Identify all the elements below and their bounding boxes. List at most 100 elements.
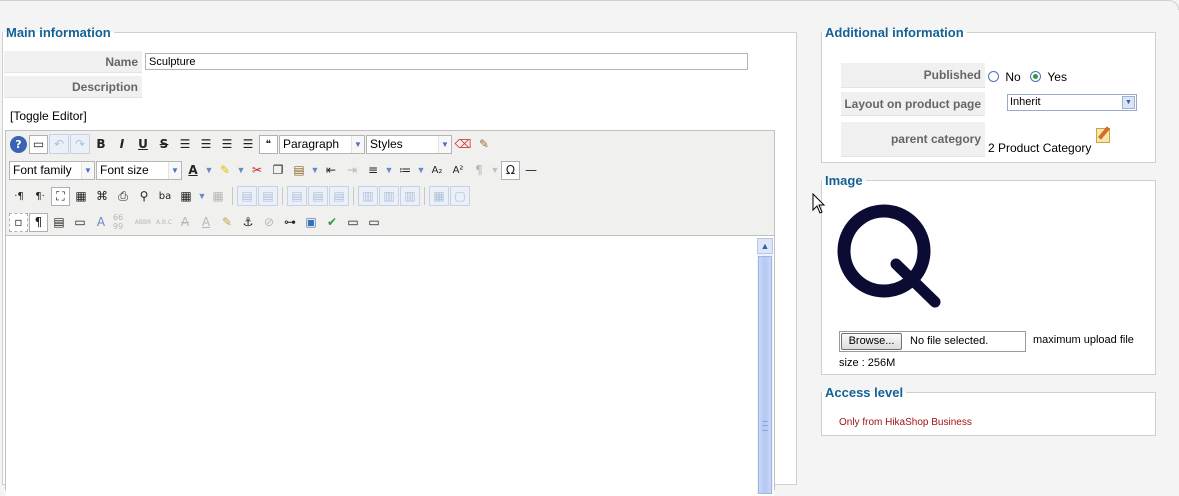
access-level-value[interactable]: Only from HikaShop Business — [839, 417, 972, 428]
pagebreak-insert-icon[interactable]: ▭ — [364, 212, 384, 232]
published-yes-label[interactable]: Yes — [1047, 70, 1067, 84]
bold-button[interactable]: B — [91, 134, 111, 154]
name-input[interactable] — [145, 53, 748, 70]
eraser-icon[interactable]: ⌫ — [453, 134, 473, 154]
browse-button[interactable]: Browse... — [841, 333, 902, 350]
template-icon[interactable]: ▦ — [71, 186, 91, 206]
toolbar-row-2: Font family ▼ Font size ▼ A ▼ ✎ ▼ ✂ ❐ ▤ … — [9, 159, 541, 181]
editor-scrollbar[interactable]: ▲ — [757, 238, 773, 494]
highlight-color-icon[interactable]: ✎ — [215, 160, 235, 180]
paste-dropdown-icon[interactable]: ▼ — [310, 160, 320, 180]
cleanup-brush-icon[interactable]: ✎ — [474, 134, 494, 154]
cell-props-icon[interactable]: ▤ — [308, 186, 328, 206]
merge-cells-icon[interactable]: ▢ — [450, 186, 470, 206]
published-no-radio[interactable] — [988, 71, 999, 83]
replace-icon[interactable]: ba — [155, 186, 175, 206]
insert-file-icon[interactable]: ▤ — [49, 212, 69, 232]
bullet-list-dropdown-icon[interactable]: ▼ — [416, 160, 426, 180]
row-after-icon[interactable]: ▤ — [258, 186, 278, 206]
special-character-icon[interactable]: Ω — [501, 160, 520, 180]
copy-icon[interactable]: ❐ — [268, 160, 288, 180]
chevron-down-icon: ▼ — [1122, 96, 1135, 109]
outdent-icon[interactable]: ⇤ — [321, 160, 341, 180]
print-icon[interactable]: ⎙ — [113, 186, 133, 206]
align-justify-icon[interactable]: ☰ — [175, 134, 195, 154]
text-direction-icon[interactable]: ¶ — [469, 160, 489, 180]
undo-icon[interactable]: ↶ — [49, 134, 69, 154]
page-frame — [0, 0, 1179, 10]
indent-icon[interactable]: ⇥ — [342, 160, 362, 180]
blockquote-icon[interactable]: ❝ — [259, 134, 278, 154]
published-no-label[interactable]: No — [1005, 70, 1020, 84]
toggle-editor-link[interactable]: [Toggle Editor] — [10, 109, 87, 123]
new-document-icon[interactable]: ▭ — [29, 134, 48, 154]
strikethrough-button[interactable]: S — [154, 134, 174, 154]
delete-table-icon[interactable]: ▦ — [208, 186, 228, 206]
show-blocks-icon[interactable]: ¶ — [29, 212, 48, 232]
visual-aid-icon[interactable]: ▫ — [9, 212, 28, 232]
redo-icon[interactable]: ↷ — [70, 134, 90, 154]
fullscreen-icon[interactable]: ⛶ — [51, 186, 70, 206]
row-before-icon[interactable]: ▤ — [237, 186, 257, 206]
link-icon[interactable]: ⊶ — [280, 212, 300, 232]
delete-col-icon[interactable]: ▥ — [400, 186, 420, 206]
numbered-list-icon[interactable]: ≡ — [363, 160, 383, 180]
image-icon[interactable]: ▣ — [301, 212, 321, 232]
table-dropdown-icon[interactable]: ▼ — [197, 186, 207, 206]
spellcheck-icon[interactable]: ✔ — [322, 212, 342, 232]
editor-content-area[interactable]: ▲ — [6, 235, 774, 496]
scroll-thumb[interactable] — [758, 256, 772, 494]
ltr-icon[interactable]: ·¶ — [9, 186, 29, 206]
parent-category-row: parent category 2 Product Category — [841, 122, 1141, 158]
row-props-icon[interactable]: ▤ — [287, 186, 307, 206]
html-source-icon[interactable]: ⌘ — [92, 186, 112, 206]
readmore-icon[interactable]: ▭ — [343, 212, 363, 232]
rtl-icon[interactable]: ¶· — [30, 186, 50, 206]
italic-button[interactable]: I — [112, 134, 132, 154]
unlink-icon[interactable]: ⊘ — [259, 212, 279, 232]
text-direction-dropdown-icon[interactable]: ▼ — [490, 160, 500, 180]
anchor-icon[interactable]: ⚓ — [238, 212, 258, 232]
table-icon[interactable]: ▦ — [176, 186, 196, 206]
text-color-icon[interactable]: A — [183, 160, 203, 180]
styleprops-icon[interactable]: A — [91, 212, 111, 232]
horizontal-rule-icon[interactable]: — — [521, 160, 541, 180]
align-left-icon[interactable]: ☰ — [217, 134, 237, 154]
edit-category-icon[interactable] — [1096, 128, 1110, 143]
col-before-icon[interactable]: ▥ — [358, 186, 378, 206]
scroll-up-icon[interactable]: ▲ — [757, 238, 773, 254]
attributes-icon[interactable]: ✎ — [217, 212, 237, 232]
paragraph-select[interactable]: Paragraph ▼ — [279, 134, 365, 154]
delete-row-icon[interactable]: ▤ — [329, 186, 349, 206]
numbered-list-dropdown-icon[interactable]: ▼ — [384, 160, 394, 180]
align-center-icon[interactable]: ☰ — [196, 134, 216, 154]
text-color-dropdown-icon[interactable]: ▼ — [204, 160, 214, 180]
subscript-icon[interactable]: A₂ — [427, 160, 447, 180]
layout-row: Layout on product page Inherit ▼ — [841, 92, 1141, 117]
superscript-icon[interactable]: A² — [448, 160, 468, 180]
acronym-icon[interactable]: A.B.C — [154, 212, 174, 232]
bullet-list-icon[interactable]: ≔ — [395, 160, 415, 180]
underline-button[interactable]: U — [133, 134, 153, 154]
highlight-dropdown-icon[interactable]: ▼ — [236, 160, 246, 180]
col-after-icon[interactable]: ▥ — [379, 186, 399, 206]
cut-icon[interactable]: ✂ — [247, 160, 267, 180]
layout-select[interactable]: Inherit ▼ — [1007, 94, 1137, 111]
align-right-icon[interactable]: ☰ — [238, 134, 258, 154]
page-break-icon[interactable]: ▭ — [70, 212, 90, 232]
product-image-preview[interactable] — [836, 202, 946, 314]
file-input[interactable]: Browse... No file selected. — [839, 331, 1026, 352]
help-icon[interactable]: ? — [10, 135, 27, 153]
published-yes-radio[interactable] — [1030, 71, 1042, 83]
find-icon[interactable]: ⚲ — [134, 186, 154, 206]
styles-select[interactable]: Styles ▼ — [366, 134, 452, 154]
deletion-icon[interactable]: A — [175, 212, 195, 232]
paste-icon[interactable]: ▤ — [289, 160, 309, 180]
abbreviation-icon[interactable]: ABBR — [133, 212, 153, 232]
font-size-select[interactable]: Font size ▼ — [96, 160, 182, 180]
font-family-select[interactable]: Font family ▼ — [9, 160, 95, 180]
split-cells-icon[interactable]: ▦ — [429, 186, 449, 206]
additional-information-legend: Additional information — [825, 25, 964, 40]
insertion-icon[interactable]: A — [196, 212, 216, 232]
cite-icon[interactable]: 66 99 — [112, 212, 132, 232]
